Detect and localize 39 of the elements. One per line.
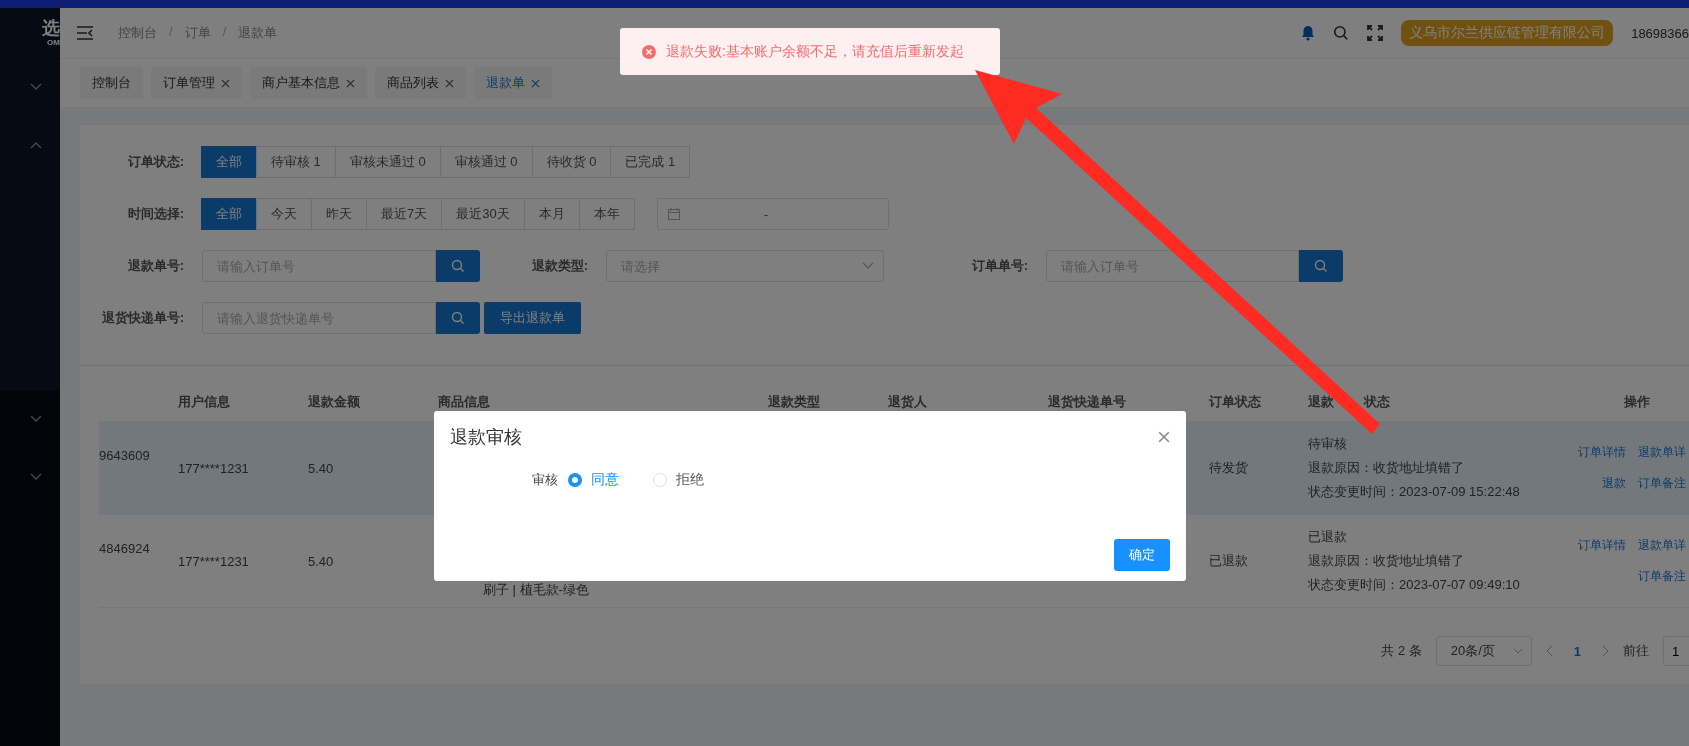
column-header: 退款金额: [308, 393, 361, 411]
refund-reason: 退款原因：收货地址填错了: [1308, 552, 1465, 570]
field-label: 审核: [532, 471, 558, 489]
filter-label: 订单状态:: [126, 153, 185, 171]
amount-cell-text: 5.40: [308, 553, 335, 569]
user-cell-text: 177****1231: [178, 460, 250, 476]
logo: 选 OM: [42, 17, 60, 49]
order-number-cell-text: 9643609: [99, 448, 151, 463]
goto-label: 前往: [1623, 642, 1649, 660]
column-header: 状态: [1364, 393, 1390, 411]
refund-status: 待审核: [1308, 435, 1348, 453]
filter-label: 时间选择:: [126, 205, 185, 223]
refund-reason: 退款原因：收货地址填错了: [1308, 459, 1465, 477]
order-number-cell-text: 4846924: [99, 541, 151, 556]
user-cell-text: 177****1231: [178, 553, 250, 569]
dialog-title: 退款审核: [450, 426, 522, 449]
column-header: 订单状态: [1209, 393, 1262, 411]
filter-label: 退货快递单号:: [100, 309, 185, 327]
filter-label: 退款单号:: [126, 257, 185, 275]
filter-label: 退款类型:: [530, 257, 589, 275]
column-header: 操作: [1623, 393, 1651, 411]
column-header: 退货人: [888, 393, 928, 411]
order-status-cell-text: 待发货: [1209, 459, 1249, 477]
amount-cell-text: 5.40: [308, 460, 335, 476]
column-header: 退款: [1308, 393, 1334, 411]
refund-status: 已退款: [1308, 528, 1348, 546]
column-header: 退货快递单号: [1048, 393, 1127, 411]
product-cell-text: 刷子 | 植毛款-绿色: [482, 581, 590, 599]
toast-message: 退款失败:基本账户余额不足，请充值后重新发起: [666, 42, 964, 61]
order-status-cell-text: 已退款: [1209, 552, 1249, 570]
filter-label: 订单单号:: [970, 257, 1029, 275]
column-header: 用户信息: [178, 393, 231, 411]
column-header: 退款类型: [768, 393, 821, 411]
total-count: 共 2 条: [1381, 642, 1422, 660]
status-change-time: 状态变更时间：2023-07-07 09:49:10: [1308, 576, 1521, 594]
breadcrumb-separator: /: [222, 24, 227, 41]
column-header: 商品信息: [438, 393, 491, 411]
status-change-time: 状态变更时间：2023-07-09 15:22:48: [1308, 483, 1521, 501]
breadcrumb-separator: /: [169, 24, 173, 41]
